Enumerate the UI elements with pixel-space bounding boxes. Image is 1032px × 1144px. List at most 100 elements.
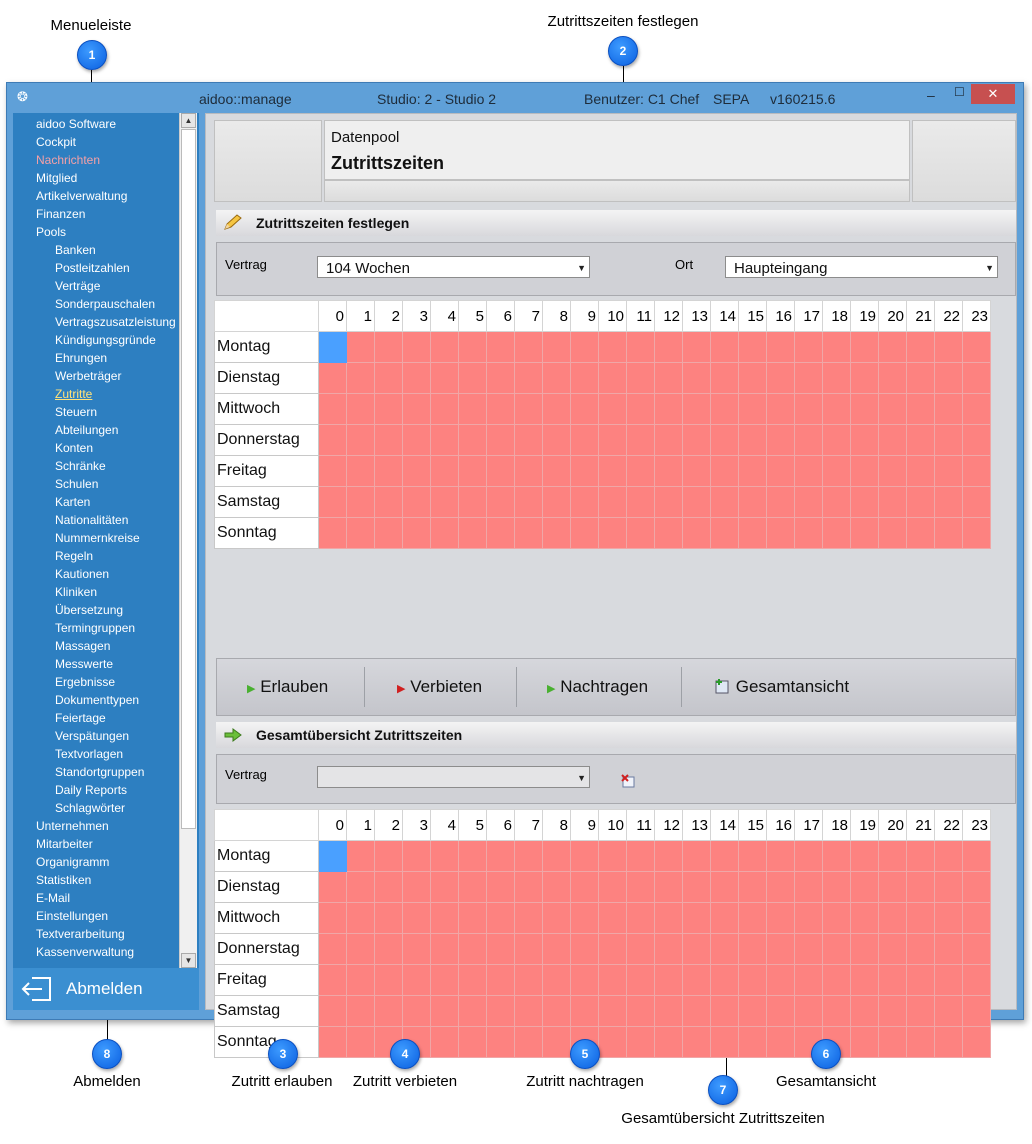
sidebar-item-abteilungen[interactable]: Abteilungen [55, 423, 118, 437]
time-slot[interactable] [682, 362, 711, 394]
sidebar-item-artikelverwaltung[interactable]: Artikelverwaltung [36, 189, 127, 203]
time-slot[interactable] [934, 1026, 963, 1058]
time-slot[interactable] [710, 331, 739, 363]
time-slot[interactable] [794, 455, 823, 487]
time-slot[interactable] [878, 455, 907, 487]
time-slot[interactable] [542, 902, 571, 934]
sidebar-item-feiertage[interactable]: Feiertage [55, 711, 106, 725]
time-slot[interactable] [402, 902, 431, 934]
time-slot[interactable] [486, 902, 515, 934]
sidebar-item-textvorlagen[interactable]: Textvorlagen [55, 747, 123, 761]
time-slot[interactable] [794, 362, 823, 394]
time-slot[interactable] [906, 362, 935, 394]
time-slot[interactable] [542, 393, 571, 425]
time-slot[interactable] [906, 424, 935, 456]
time-slot[interactable] [710, 393, 739, 425]
time-slot[interactable] [738, 964, 767, 996]
time-slot[interactable] [486, 362, 515, 394]
time-slot[interactable] [598, 362, 627, 394]
time-slot[interactable] [570, 840, 599, 872]
time-slot[interactable] [318, 455, 347, 487]
sidebar-item-karten[interactable]: Karten [55, 495, 90, 509]
time-slot[interactable] [738, 902, 767, 934]
time-slot[interactable] [766, 871, 795, 903]
time-slot[interactable] [626, 486, 655, 518]
time-slot[interactable] [822, 871, 851, 903]
time-slot[interactable] [514, 393, 543, 425]
time-slot[interactable] [654, 331, 683, 363]
time-slot[interactable] [486, 393, 515, 425]
time-slot[interactable] [598, 517, 627, 549]
time-slot[interactable] [934, 871, 963, 903]
time-slot[interactable] [794, 331, 823, 363]
time-slot[interactable] [710, 517, 739, 549]
time-slot[interactable] [458, 1026, 487, 1058]
time-slot[interactable] [878, 964, 907, 996]
time-slot[interactable] [934, 362, 963, 394]
time-slot[interactable] [318, 331, 347, 363]
time-slot[interactable] [374, 840, 403, 872]
time-slot[interactable] [570, 393, 599, 425]
time-slot[interactable] [318, 517, 347, 549]
time-slot[interactable] [346, 455, 375, 487]
time-slot[interactable] [710, 995, 739, 1027]
time-slot[interactable] [430, 840, 459, 872]
sidebar-item-organigramm[interactable]: Organigramm [36, 855, 109, 869]
time-slot[interactable] [486, 331, 515, 363]
time-slot[interactable] [598, 455, 627, 487]
time-slot[interactable] [486, 424, 515, 456]
time-slot[interactable] [682, 902, 711, 934]
time-slot[interactable] [654, 964, 683, 996]
sidebar-item-pools[interactable]: Pools [36, 225, 66, 239]
sidebar-item-konten[interactable]: Konten [55, 441, 93, 455]
deny-button[interactable]: ▶ Verbieten [397, 677, 482, 697]
time-slot[interactable] [458, 995, 487, 1027]
time-slot[interactable] [766, 840, 795, 872]
minimize-icon[interactable]: – [927, 87, 935, 103]
time-slot[interactable] [374, 995, 403, 1027]
allow-button[interactable]: ▶ Erlauben [247, 677, 328, 697]
time-slot[interactable] [514, 964, 543, 996]
time-slot[interactable] [542, 964, 571, 996]
time-slot[interactable] [962, 486, 991, 518]
time-slot[interactable] [878, 517, 907, 549]
time-slot[interactable] [598, 840, 627, 872]
time-slot[interactable] [738, 933, 767, 965]
time-slot[interactable] [514, 455, 543, 487]
time-slot[interactable] [542, 331, 571, 363]
sidebar-item-verspätungen[interactable]: Verspätungen [55, 729, 129, 743]
time-slot[interactable] [878, 933, 907, 965]
time-slot[interactable] [598, 1026, 627, 1058]
time-slot[interactable] [402, 933, 431, 965]
time-slot[interactable] [346, 964, 375, 996]
overview-button[interactable]: Gesamtansicht [715, 677, 849, 697]
time-slot[interactable] [514, 995, 543, 1027]
time-slot[interactable] [542, 995, 571, 1027]
time-slot[interactable] [542, 840, 571, 872]
clear-filter-icon[interactable] [621, 774, 635, 788]
sidebar-item-finanzen[interactable]: Finanzen [36, 207, 85, 221]
sidebar-item-regeln[interactable]: Regeln [55, 549, 93, 563]
time-slot[interactable] [458, 902, 487, 934]
time-slot[interactable] [850, 517, 879, 549]
time-slot[interactable] [794, 486, 823, 518]
sidebar-item-e-mail[interactable]: E-Mail [36, 891, 70, 905]
sidebar-item-kassenverwaltung[interactable]: Kassenverwaltung [36, 945, 134, 959]
time-slot[interactable] [738, 393, 767, 425]
time-slot[interactable] [710, 362, 739, 394]
time-slot[interactable] [318, 486, 347, 518]
time-slot[interactable] [458, 331, 487, 363]
time-slot[interactable] [710, 902, 739, 934]
time-slot[interactable] [514, 362, 543, 394]
time-slot[interactable] [626, 840, 655, 872]
time-slot[interactable] [542, 1026, 571, 1058]
time-slot[interactable] [486, 1026, 515, 1058]
time-slot[interactable] [766, 362, 795, 394]
time-slot[interactable] [486, 871, 515, 903]
time-slot[interactable] [458, 964, 487, 996]
time-slot[interactable] [654, 933, 683, 965]
time-slot[interactable] [822, 933, 851, 965]
time-slot[interactable] [626, 995, 655, 1027]
time-slot[interactable] [374, 964, 403, 996]
time-slot[interactable] [626, 393, 655, 425]
